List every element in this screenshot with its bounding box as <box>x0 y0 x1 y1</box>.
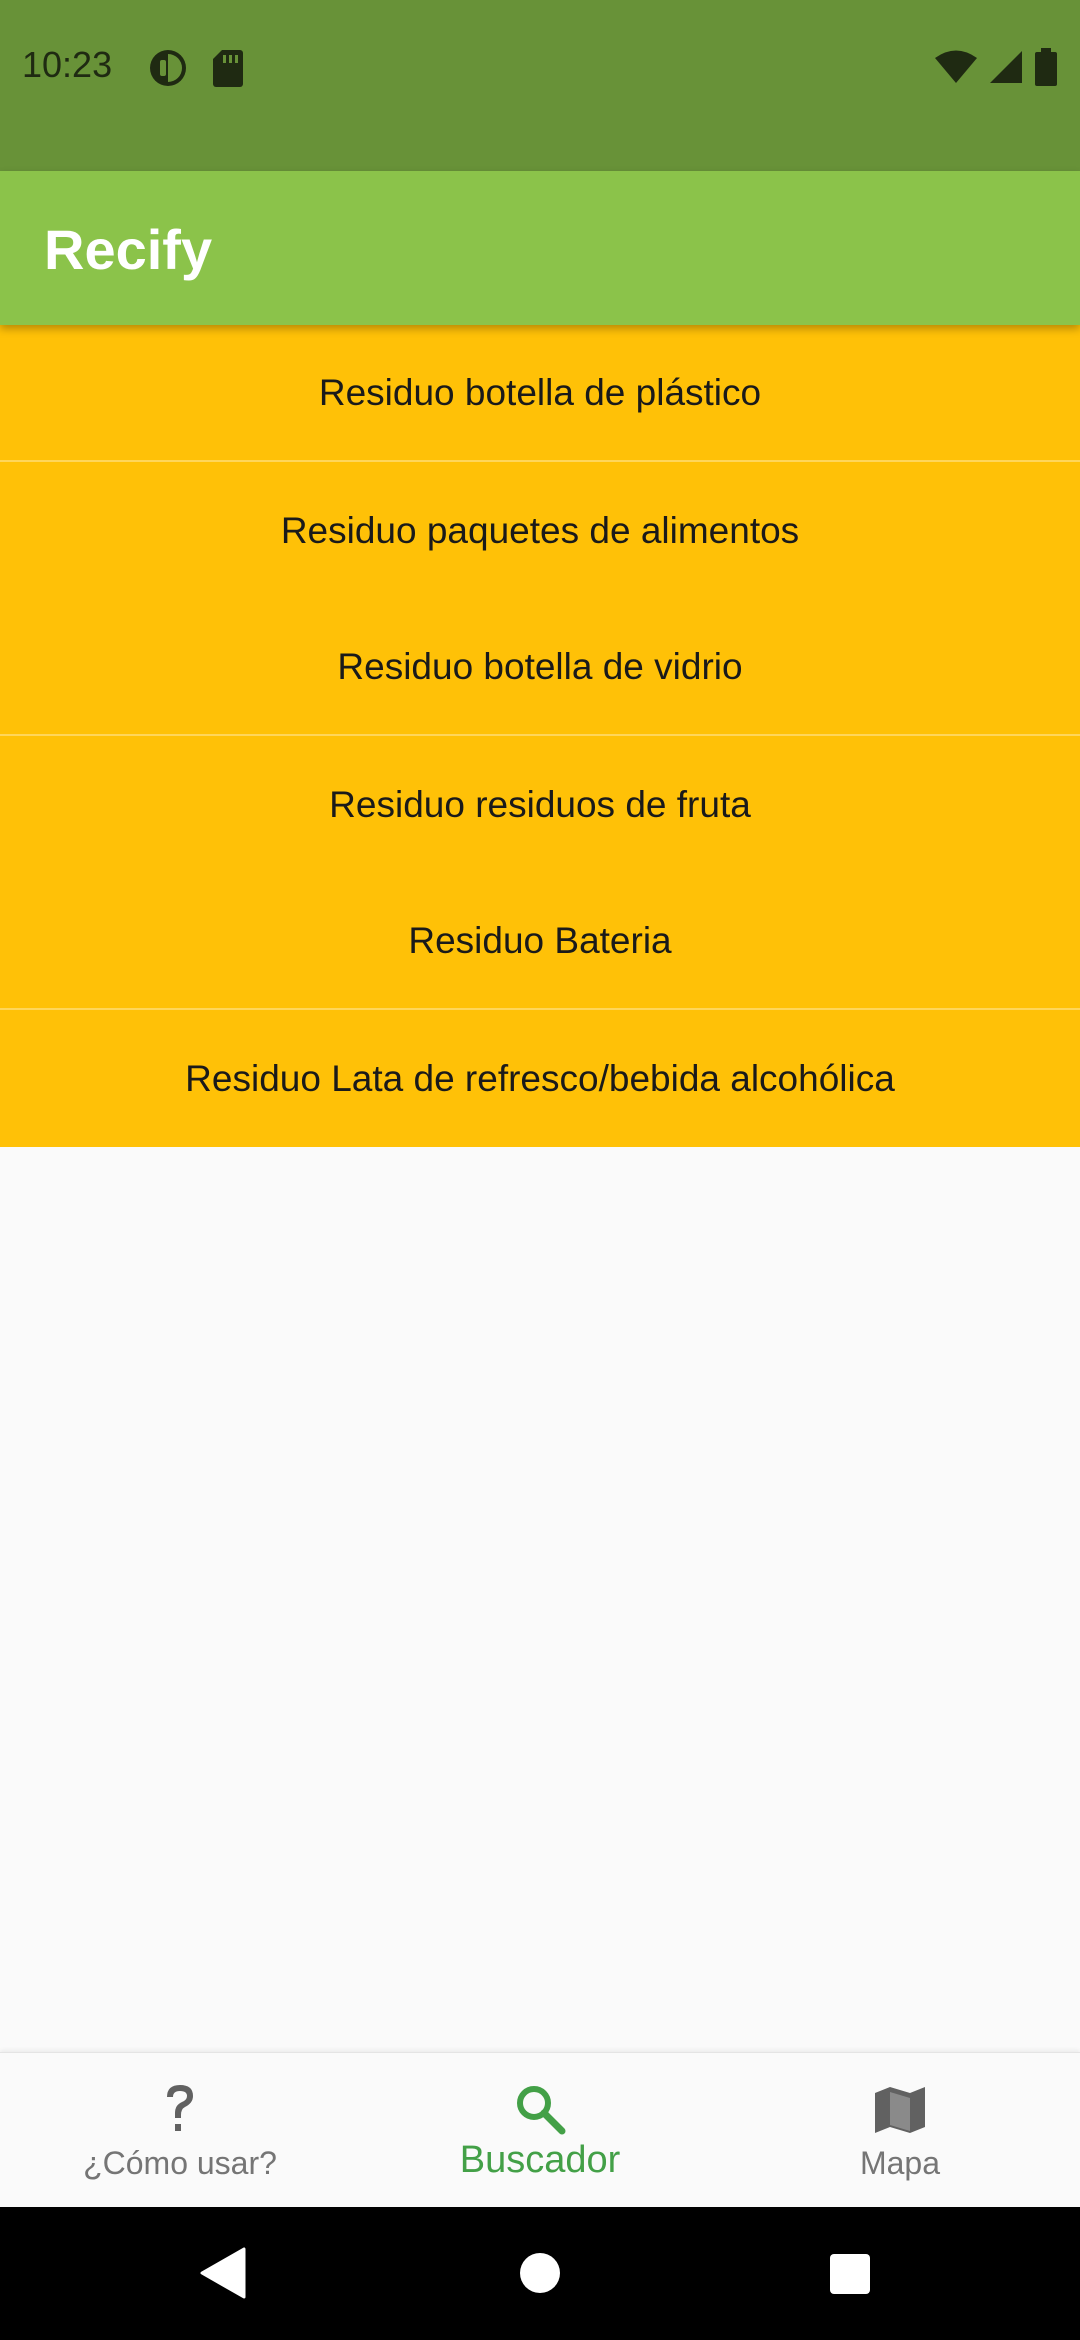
list-item-label: Residuo Bateria <box>408 919 672 961</box>
sd-card-icon <box>212 48 244 93</box>
list-item[interactable]: Residuo Lata de refresco/bebida alcohóli… <box>0 1010 1080 1147</box>
back-icon[interactable] <box>200 2247 246 2304</box>
status-time: 10:23 <box>22 44 113 85</box>
list-item[interactable]: Residuo paquetes de alimentos <box>0 462 1080 599</box>
nav-label: ¿Cómo usar? <box>83 2145 277 2181</box>
list-item-label: Residuo residuos de fruta <box>329 783 751 825</box>
nav-label: Mapa <box>859 2145 941 2181</box>
status-bar: 10:23 <box>0 0 1080 171</box>
help-question-icon <box>156 2081 204 2142</box>
home-icon[interactable] <box>519 2252 561 2299</box>
app-bar: Recify <box>0 171 1080 325</box>
recents-icon[interactable] <box>829 2253 871 2300</box>
signal-icon <box>988 49 1024 90</box>
list-item[interactable]: Residuo botella de plástico <box>0 325 1080 462</box>
list-item[interactable]: Residuo Bateria <box>0 873 1080 1010</box>
bottom-navigation: ¿Cómo usar? Buscador Mapa <box>0 2052 1080 2208</box>
search-icon <box>512 2081 568 2142</box>
system-navigation-bar <box>0 2207 1080 2340</box>
app-title: Recify <box>44 218 213 281</box>
list-item-label: Residuo botella de plástico <box>318 371 762 413</box>
list-item-label: Residuo botella de vidrio <box>337 645 743 687</box>
list-item[interactable]: Residuo botella de vidrio <box>0 599 1080 736</box>
list-item[interactable]: Residuo residuos de fruta <box>0 736 1080 873</box>
battery-icon <box>1034 48 1058 91</box>
nav-item-como-usar[interactable]: ¿Cómo usar? <box>0 2053 360 2208</box>
wifi-icon <box>934 49 978 90</box>
nav-item-buscador[interactable]: Buscador <box>360 2053 720 2208</box>
data-saver-icon <box>148 48 188 93</box>
waste-list: Residuo botella de plástico Residuo paqu… <box>0 325 1080 1147</box>
nav-item-mapa[interactable]: Mapa <box>720 2053 1080 2208</box>
map-icon <box>872 2081 928 2142</box>
nav-label: Buscador <box>459 2139 621 2181</box>
list-item-label: Residuo Lata de refresco/bebida alcohóli… <box>185 1057 895 1099</box>
list-item-label: Residuo paquetes de alimentos <box>280 509 800 551</box>
